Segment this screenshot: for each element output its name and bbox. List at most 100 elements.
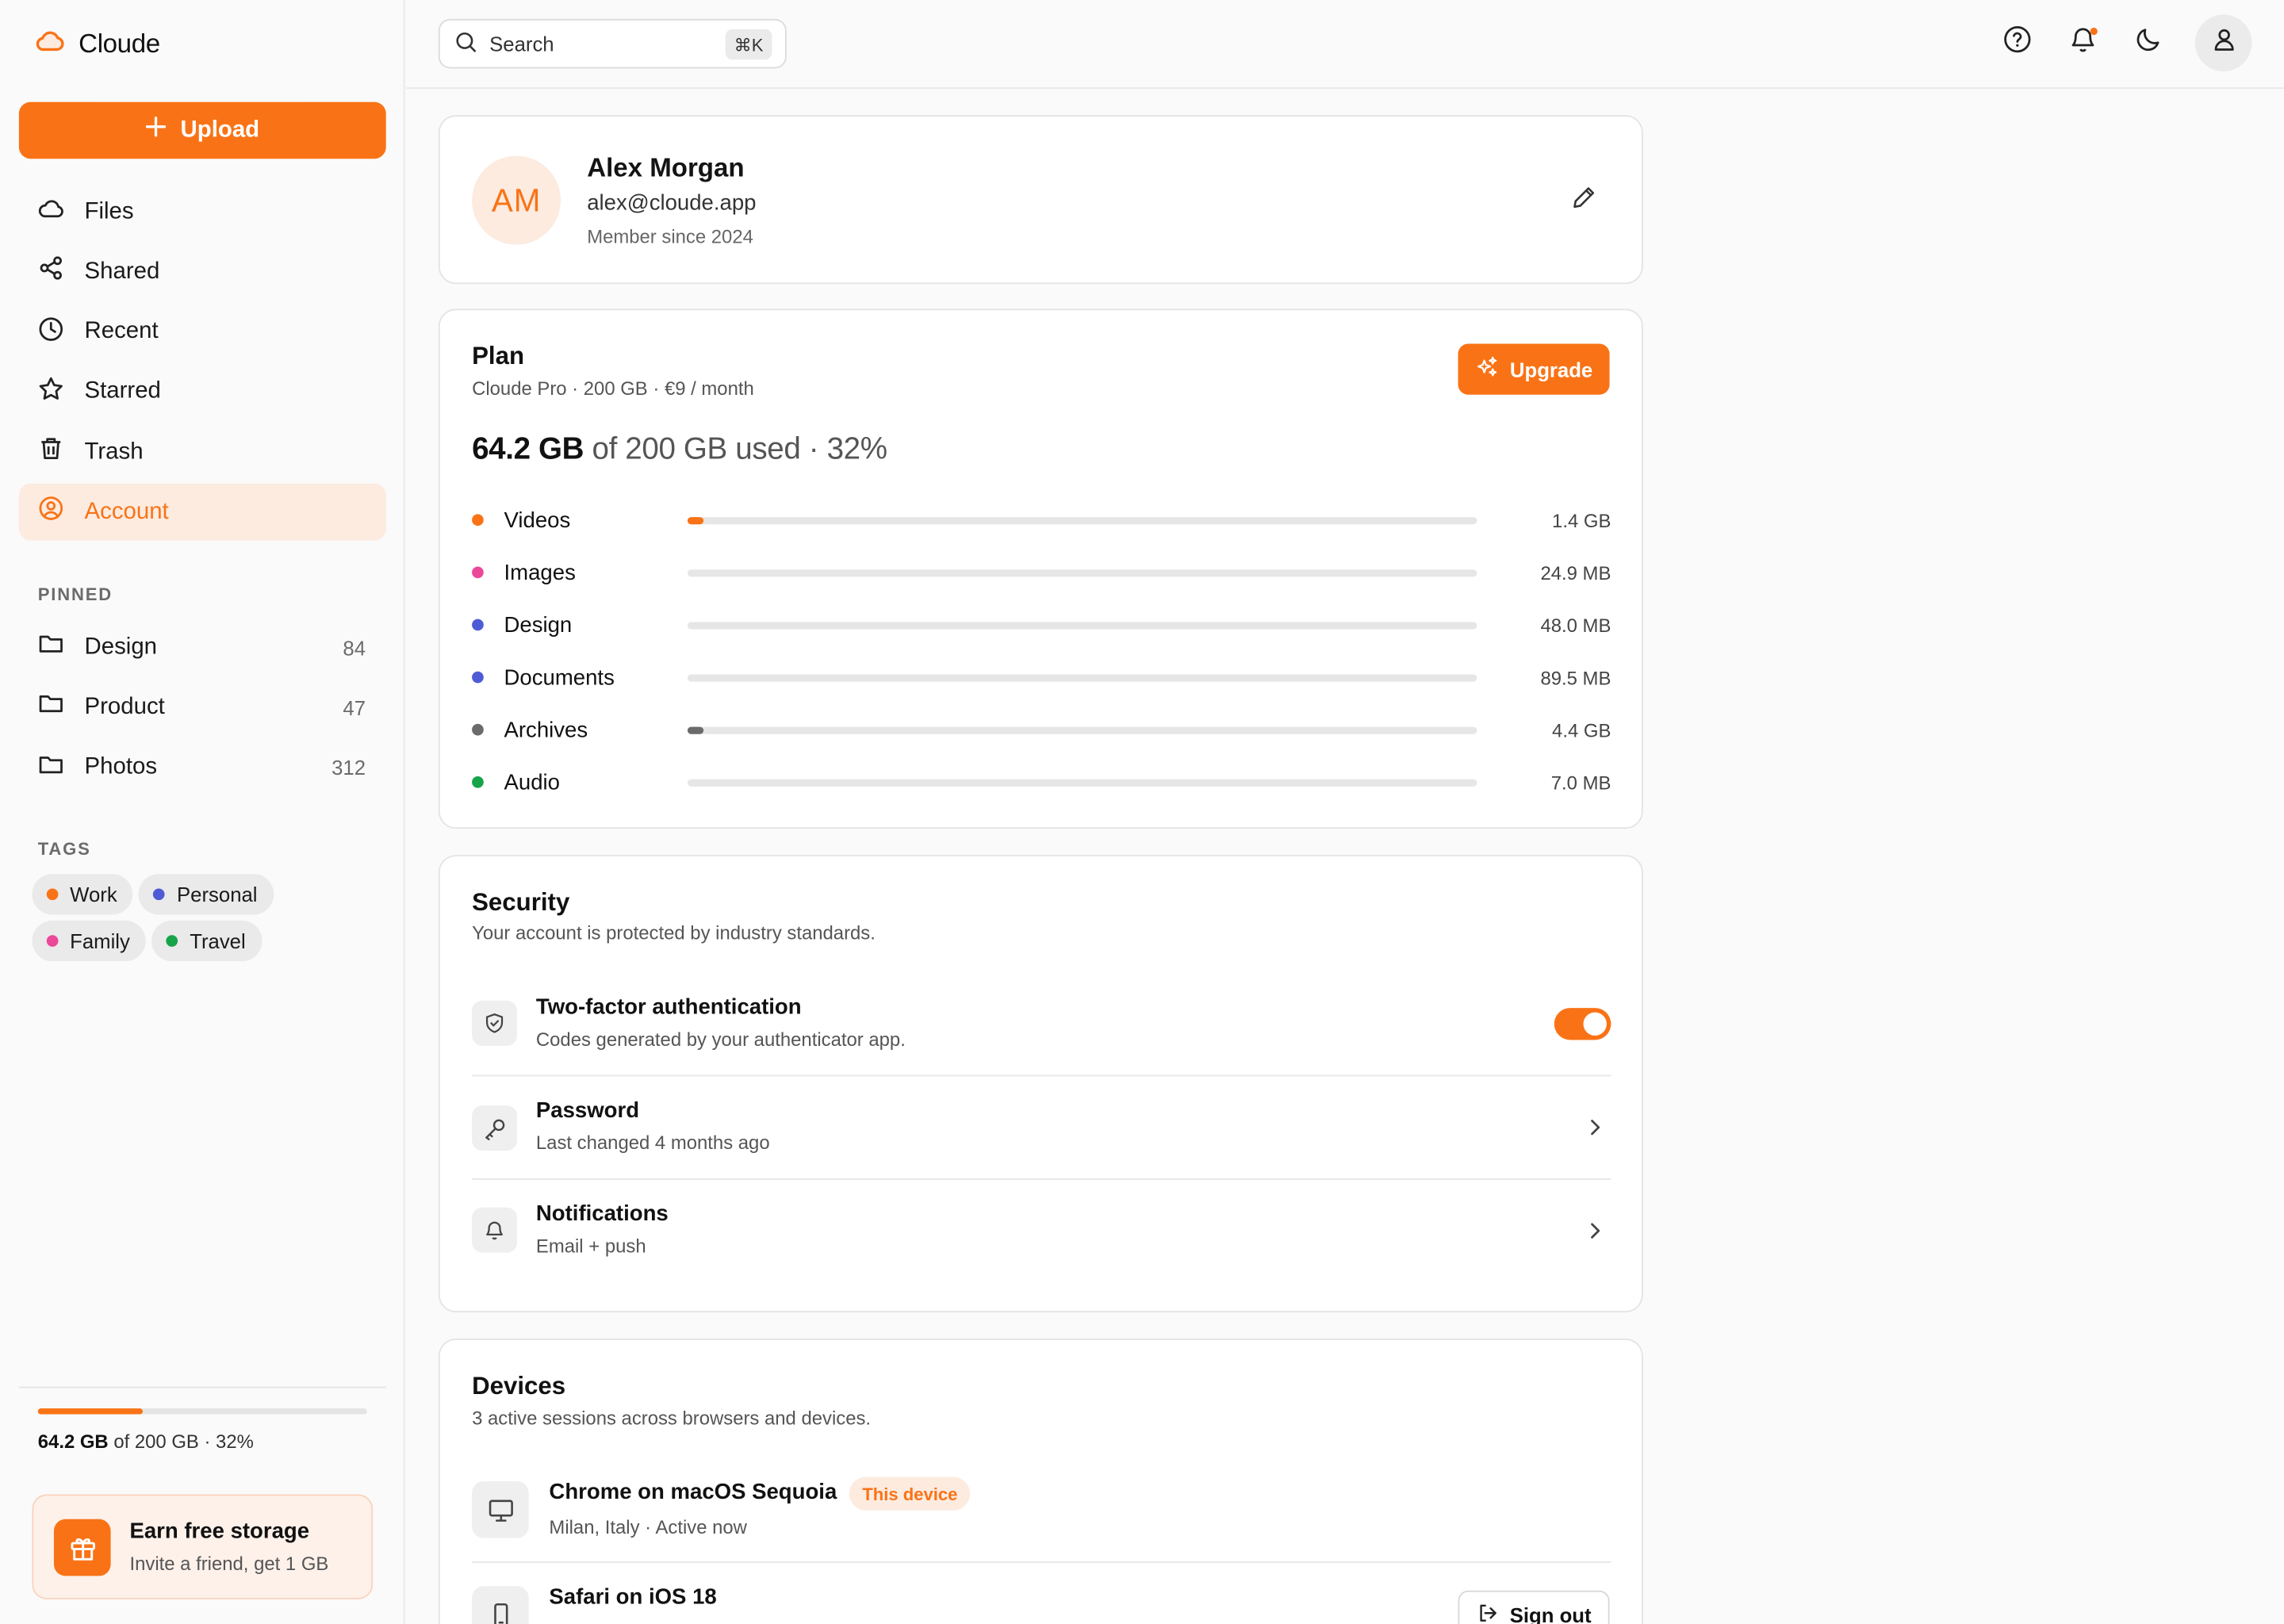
search-shortcut: ⌘K (725, 29, 772, 60)
row-subtitle: Email + push (535, 1235, 646, 1258)
category-size: 4.4 GB (1552, 718, 1611, 741)
earn-title: Earn free storage (129, 1519, 310, 1545)
sparkles-icon (1475, 355, 1498, 383)
brand[interactable]: Cloude (35, 29, 160, 60)
dark-mode-button[interactable] (2121, 15, 2176, 71)
search-input[interactable]: Search ⌘K (438, 18, 787, 69)
category-color-dot (472, 566, 484, 579)
storage-progress-bar (37, 1408, 367, 1415)
help-button[interactable] (1990, 15, 2045, 71)
chevron-right-icon (1585, 1220, 1605, 1241)
storage-progress-fill (37, 1408, 144, 1415)
nav-item-files[interactable]: Files (19, 183, 386, 240)
tags-heading: TAGS (37, 838, 91, 860)
password-row[interactable]: Password Last changed 4 months ago (472, 1074, 1611, 1178)
devices-title: Devices (472, 1372, 566, 1400)
tag-personal[interactable]: Personal (139, 874, 274, 915)
pinned-count: 312 (331, 756, 366, 779)
nav-item-trash[interactable]: Trash (19, 424, 386, 481)
edit-profile-button[interactable] (1557, 182, 1609, 220)
row-subtitle: Last changed 4 months ago (535, 1132, 770, 1154)
category-color-dot (472, 723, 484, 736)
upload-button[interactable]: Upload (18, 102, 386, 159)
category-size: 24.9 MB (1540, 561, 1611, 584)
pinned-item-product[interactable]: Product 47 (19, 679, 386, 736)
earn-storage-card[interactable]: Earn free storage Invite a friend, get 1… (32, 1494, 374, 1599)
category-bar (687, 516, 1477, 524)
avatar: AM (472, 155, 561, 245)
category-name: Videos (504, 508, 571, 533)
security-title: Security (472, 888, 570, 917)
notifications-button[interactable] (2056, 15, 2111, 71)
tag-label: Family (70, 929, 130, 953)
upload-label: Upload (180, 117, 260, 143)
upgrade-button[interactable]: Upgrade (1458, 343, 1610, 395)
security-subtitle: Your account is protected by industry st… (472, 921, 876, 944)
this-device-badge: This device (849, 1477, 971, 1511)
tag-label: Work (70, 883, 117, 906)
storage-used: 64.2 GB (37, 1430, 109, 1453)
tag-color-dot (46, 935, 59, 947)
category-size: 7.0 MB (1550, 771, 1611, 794)
search-icon (454, 30, 477, 58)
tag-travel[interactable]: Travel (151, 920, 262, 962)
folder-icon (38, 751, 64, 784)
search-placeholder: Search (489, 32, 554, 56)
device-title: Safari on iOS 18 (549, 1584, 717, 1610)
plan-title: Plan (472, 342, 525, 370)
tag-family[interactable]: Family (32, 920, 147, 962)
monitor-icon (472, 1481, 529, 1538)
row-title: Notifications (535, 1201, 669, 1227)
category-color-dot (472, 619, 484, 631)
top-bar: Search ⌘K (406, 0, 2284, 90)
brand-name: Cloude (79, 29, 160, 59)
nav-label: Starred (84, 379, 161, 404)
plan-subtitle: Cloude Pro · 200 GB · €9 / month (472, 377, 754, 400)
storage-category-archives: Archives 4.4 GB (472, 703, 1611, 756)
notifications-row[interactable]: Notifications Email + push (472, 1178, 1611, 1281)
gift-icon (53, 1519, 111, 1576)
plan-card: Plan Cloude Pro · 200 GB · €9 / month Up… (438, 308, 1643, 829)
category-color-dot (472, 671, 484, 684)
storage-category-audio: Audio 7.0 MB (472, 756, 1611, 808)
plan-used-rest: of 200 GB used · 32% (584, 432, 888, 466)
profile-email: alex@cloude.app (587, 190, 757, 216)
tag-label: Personal (177, 883, 258, 906)
plus-icon (145, 117, 166, 144)
cloud-icon (38, 195, 64, 228)
device-divider (472, 1561, 1611, 1563)
nav-item-starred[interactable]: Starred (19, 364, 386, 421)
user-icon (2210, 26, 2236, 59)
profile-card: AM Alex Morgan alex@cloude.app Member si… (438, 115, 1643, 285)
category-bar (687, 569, 1477, 576)
nav-item-recent[interactable]: Recent (19, 304, 386, 361)
category-bar (687, 673, 1477, 681)
logout-icon (1476, 1602, 1498, 1624)
nav-item-shared[interactable]: Shared (19, 243, 386, 301)
chevron-right-icon (1585, 1117, 1605, 1138)
pinned-label: Product (84, 694, 165, 720)
user-menu-button[interactable] (2194, 14, 2252, 72)
sign-out-button[interactable]: Sign out (1458, 1590, 1610, 1624)
tag-list: Work Personal Family Travel (32, 874, 381, 962)
pinned-heading: PINNED (37, 584, 113, 605)
category-size: 48.0 MB (1540, 614, 1611, 636)
two-factor-toggle[interactable] (1554, 1008, 1611, 1040)
security-card: Security Your account is protected by in… (438, 855, 1643, 1312)
row-title: Two-factor authentication (535, 994, 802, 1020)
storage-category-images: Images 24.9 MB (472, 546, 1611, 599)
moon-icon (2134, 25, 2163, 61)
pinned-item-design[interactable]: Design 84 (19, 619, 386, 676)
nav-item-account[interactable]: Account (18, 484, 386, 542)
share-icon (38, 255, 64, 289)
device-subtitle: Milan, Italy · Active now (549, 1516, 747, 1538)
storage-total: of 200 GB · 32% (108, 1430, 254, 1453)
device-title: Chrome on macOS Sequoia (549, 1480, 837, 1505)
bell-icon (472, 1207, 518, 1253)
tag-work[interactable]: Work (32, 874, 133, 915)
clock-icon (38, 316, 64, 349)
pinned-item-photos[interactable]: Photos 312 (19, 739, 386, 796)
category-bar-fill (687, 516, 703, 524)
nav-label: Account (84, 499, 169, 525)
main-nav: Files Shared Recent Starred Trash Accoun… (18, 183, 386, 544)
